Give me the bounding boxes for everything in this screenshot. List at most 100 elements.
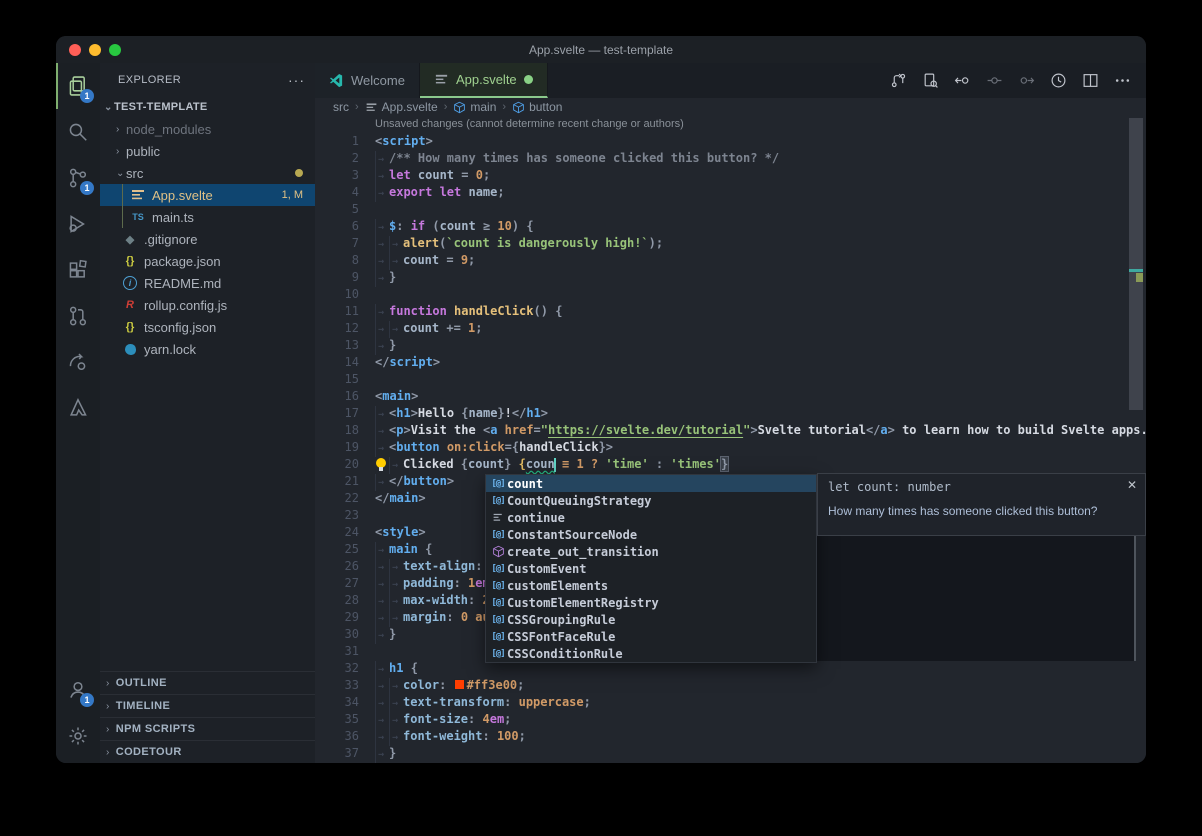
suggestion-item-customElements[interactable]: [@]customElements (486, 577, 816, 594)
breadcrumb-item-src[interactable]: src (333, 100, 349, 114)
color-swatch[interactable] (455, 680, 464, 689)
tree-root[interactable]: ⌄TEST-TEMPLATE (100, 96, 315, 118)
open-changes-icon[interactable] (919, 70, 942, 92)
code-line[interactable]: 9→} (315, 269, 1146, 286)
code-line[interactable]: 19→<button on:click={handleClick}> (315, 439, 1146, 456)
breadcrumb-item-button[interactable]: button (512, 100, 562, 114)
code-line[interactable]: 20→Clicked {count} {coun ≡ 1 ? 'time' : … (315, 456, 1146, 473)
badge: 1 (80, 181, 94, 195)
code-line[interactable]: 12→→count += 1; (315, 320, 1146, 337)
code-line[interactable]: 5 (315, 201, 1146, 218)
suggestion-item-CustomEvent[interactable]: [@]CustomEvent (486, 560, 816, 577)
code-line[interactable]: 18→<p>Visit the <a href="https://svelte.… (315, 422, 1146, 439)
tree-item-README.md[interactable]: iREADME.md (100, 272, 315, 294)
code-line[interactable]: 16<main> (315, 388, 1146, 405)
sidebar-section-outline[interactable]: ›OUTLINE (100, 671, 315, 694)
close-icon[interactable]: ✕ (1127, 478, 1137, 492)
code-line[interactable]: 10 (315, 286, 1146, 303)
more-actions-icon[interactable]: ··· (288, 72, 305, 88)
sidebar-section-npm-scripts[interactable]: ›NPM SCRIPTS (100, 717, 315, 740)
code-line[interactable]: 2→/** How many times has someone clicked… (315, 150, 1146, 167)
code-line[interactable]: 17→<h1>Hello {name}!</h1> (315, 405, 1146, 422)
previous-change-icon[interactable] (951, 70, 974, 92)
code-line[interactable]: 1<script> (315, 133, 1146, 150)
tree-item-public[interactable]: ›public (100, 140, 315, 162)
code-line[interactable]: 15 (315, 371, 1146, 388)
suggestion-item-ConstantSourceNode[interactable]: [@]ConstantSourceNode (486, 526, 816, 543)
activity-bar-item-azure-icon[interactable] (56, 385, 100, 431)
breadcrumb-separator: › (444, 101, 448, 113)
activity-bar-item-run-debug-icon[interactable] (56, 201, 100, 247)
codelens-label[interactable]: Unsaved changes (cannot determine recent… (315, 116, 1146, 133)
activity-bar: 1 1 1 (56, 63, 100, 763)
overview-modified-marker (1136, 273, 1143, 282)
activity-bar-item-github-pr-icon[interactable] (56, 293, 100, 339)
code-line[interactable]: 8→→count = 9; (315, 252, 1146, 269)
code-line[interactable]: 37→} (315, 745, 1146, 762)
title-bar[interactable]: App.svelte — test-template (56, 36, 1146, 63)
code-line[interactable]: 7→→alert(`count is dangerously high!`); (315, 235, 1146, 252)
code-line[interactable]: 4→export let name; (315, 184, 1146, 201)
next-change-icon[interactable] (1015, 70, 1038, 92)
activity-bar-item-source-control-icon[interactable]: 1 (56, 155, 100, 201)
tree-item-node_modules[interactable]: ›node_modules (100, 118, 315, 140)
more-actions-icon[interactable] (1111, 70, 1134, 92)
chevron-right-icon: › (116, 146, 126, 157)
activity-bar-item-live-share-icon[interactable] (56, 339, 100, 385)
suggestion-item-CSSGroupingRule[interactable]: [@]CSSGroupingRule (486, 611, 816, 628)
indent-whitespace: → (375, 678, 389, 695)
scrollbar-thumb[interactable] (1129, 118, 1143, 410)
tree-item-src[interactable]: ⌄src (100, 162, 315, 184)
activity-bar-item-settings-gear-icon[interactable] (56, 713, 100, 759)
code-line[interactable]: 13→} (315, 337, 1146, 354)
info-icon: i (122, 275, 138, 291)
chevron-right-icon: › (106, 724, 110, 735)
activity-bar-item-explorer-icon[interactable]: 1 (56, 63, 100, 109)
lightbulb-icon[interactable] (375, 458, 389, 472)
split-editor-icon[interactable] (1079, 70, 1102, 92)
activity-bar-item-search-icon[interactable] (56, 109, 100, 155)
editor-scrollbar[interactable] (1129, 116, 1143, 763)
activity-bar-item-extensions-icon[interactable] (56, 247, 100, 293)
tree-item-rollup.config.js[interactable]: Rrollup.config.js (100, 294, 315, 316)
overview-cursor-marker (1129, 269, 1143, 272)
tree-item-package.json[interactable]: {}package.json (100, 250, 315, 272)
indent-whitespace: → (375, 559, 389, 576)
tree-item-main.ts[interactable]: TSmain.ts (100, 206, 315, 228)
activity-bar-item-account-icon[interactable]: 1 (56, 667, 100, 713)
tree-item-tsconfig.json[interactable]: {}tsconfig.json (100, 316, 315, 338)
code-line[interactable]: 34→→text-transform: uppercase; (315, 694, 1146, 711)
tree-item-yarn.lock[interactable]: yarn.lock (100, 338, 315, 360)
suggestion-item-CSSFontFaceRule[interactable]: [@]CSSFontFaceRule (486, 628, 816, 645)
code-line[interactable]: 3→let count = 0; (315, 167, 1146, 184)
tree-item-App.svelte[interactable]: App.svelte1, M (100, 184, 315, 206)
suggestion-item-CountQueuingStrategy[interactable]: [@]CountQueuingStrategy (486, 492, 816, 509)
compare-changes-icon[interactable] (887, 70, 910, 92)
sidebar-section-timeline[interactable]: ›TIMELINE (100, 694, 315, 717)
breadcrumb-item-app-svelte[interactable]: App.svelte (365, 100, 438, 114)
tree-item-.gitignore[interactable]: ◆.gitignore (100, 228, 315, 250)
code-line[interactable]: 11→function handleClick() { (315, 303, 1146, 320)
code-line[interactable]: 6→$: if (count ≥ 10) { (315, 218, 1146, 235)
tab-welcome[interactable]: Welcome (315, 63, 420, 98)
code-line[interactable]: 36→→font-weight: 100; (315, 728, 1146, 745)
code-editor[interactable]: Unsaved changes (cannot determine recent… (315, 116, 1146, 763)
tab-app-svelte[interactable]: App.svelte (420, 63, 548, 98)
suggestion-item-CustomElementRegistry[interactable]: [@]CustomElementRegistry (486, 594, 816, 611)
code-line[interactable]: 35→→font-size: 4em; (315, 711, 1146, 728)
current-change-icon[interactable] (983, 70, 1006, 92)
file-label: App.svelte (152, 188, 213, 203)
code-line[interactable]: 14</script> (315, 354, 1146, 371)
suggestion-item-create_out_transition[interactable]: create_out_transition (486, 543, 816, 560)
suggestion-item-continue[interactable]: continue (486, 509, 816, 526)
breadcrumb-item-main[interactable]: main (453, 100, 496, 114)
suggestion-item-count[interactable]: [@]count (486, 475, 816, 492)
code-line[interactable]: 33→→color: #ff3e00; (315, 677, 1146, 694)
timeline-clock-icon[interactable] (1047, 70, 1070, 92)
indent-whitespace: → (375, 610, 389, 627)
sidebar-section-codetour[interactable]: ›CODETOUR (100, 740, 315, 763)
indent-whitespace: → (375, 695, 389, 712)
suggestion-item-CSSConditionRule[interactable]: [@]CSSConditionRule (486, 645, 816, 662)
breadcrumb-separator: › (355, 101, 359, 113)
modified-dot-icon[interactable] (524, 75, 533, 84)
